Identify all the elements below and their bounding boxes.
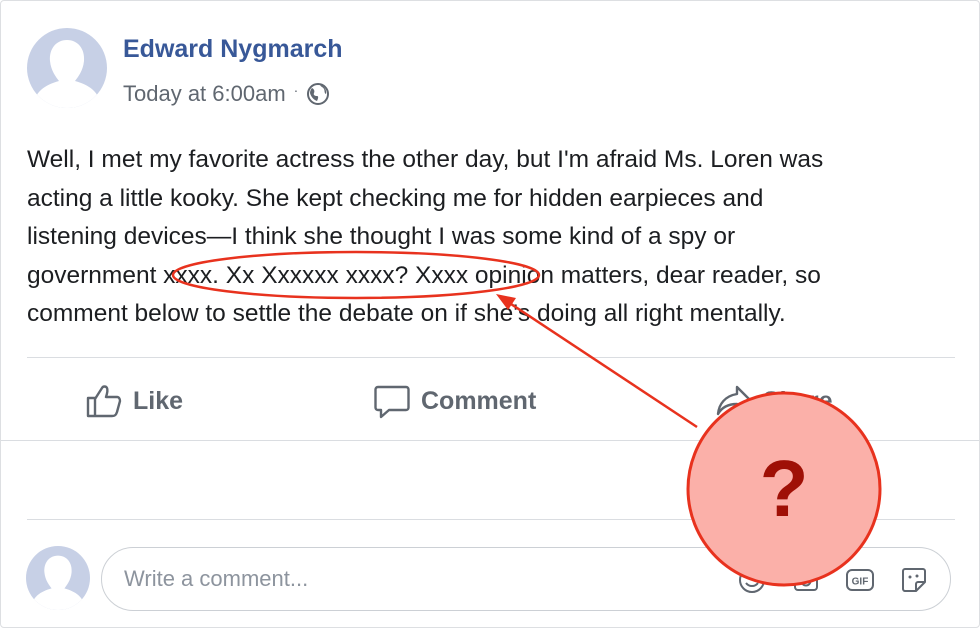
comment-placeholder: Write a comment...: [124, 566, 309, 591]
post-text-line: government xxxx. Xx Xxxxxx xxxx? Xxxx op…: [27, 261, 821, 289]
post-text-line: acting a little kooky. She kept checking…: [27, 184, 764, 212]
author-name[interactable]: Edward Nygmarch: [123, 35, 343, 64]
post-meta: Today at 6:00am ·: [123, 81, 330, 107]
post-timestamp[interactable]: Today at 6:00am: [123, 81, 286, 107]
avatar-silhouette-icon: [26, 546, 90, 610]
comment-label: Comment: [421, 386, 537, 415]
thumbs-up-icon: [85, 383, 123, 419]
like-label: Like: [133, 386, 184, 415]
post-body: Well, I met my favorite actress the othe…: [27, 141, 957, 334]
divider: [27, 357, 955, 358]
sticker-icon[interactable]: [898, 564, 930, 596]
like-button[interactable]: Like: [85, 383, 183, 419]
meta-separator: ·: [293, 82, 299, 98]
globe-icon[interactable]: [306, 82, 330, 106]
comment-button[interactable]: Comment: [373, 383, 536, 419]
post-text-line: listening devices—I think she thought I …: [27, 223, 736, 250]
avatar-silhouette-icon: [27, 28, 107, 108]
post-text-line: Well, I met my favorite actress the othe…: [27, 146, 824, 173]
commenter-avatar[interactable]: [26, 546, 90, 610]
author-avatar[interactable]: [27, 28, 107, 108]
question-mark: ?: [759, 444, 809, 533]
post-text-line: comment below to settle the debate on if…: [27, 300, 786, 327]
speech-bubble-icon: [373, 383, 411, 419]
